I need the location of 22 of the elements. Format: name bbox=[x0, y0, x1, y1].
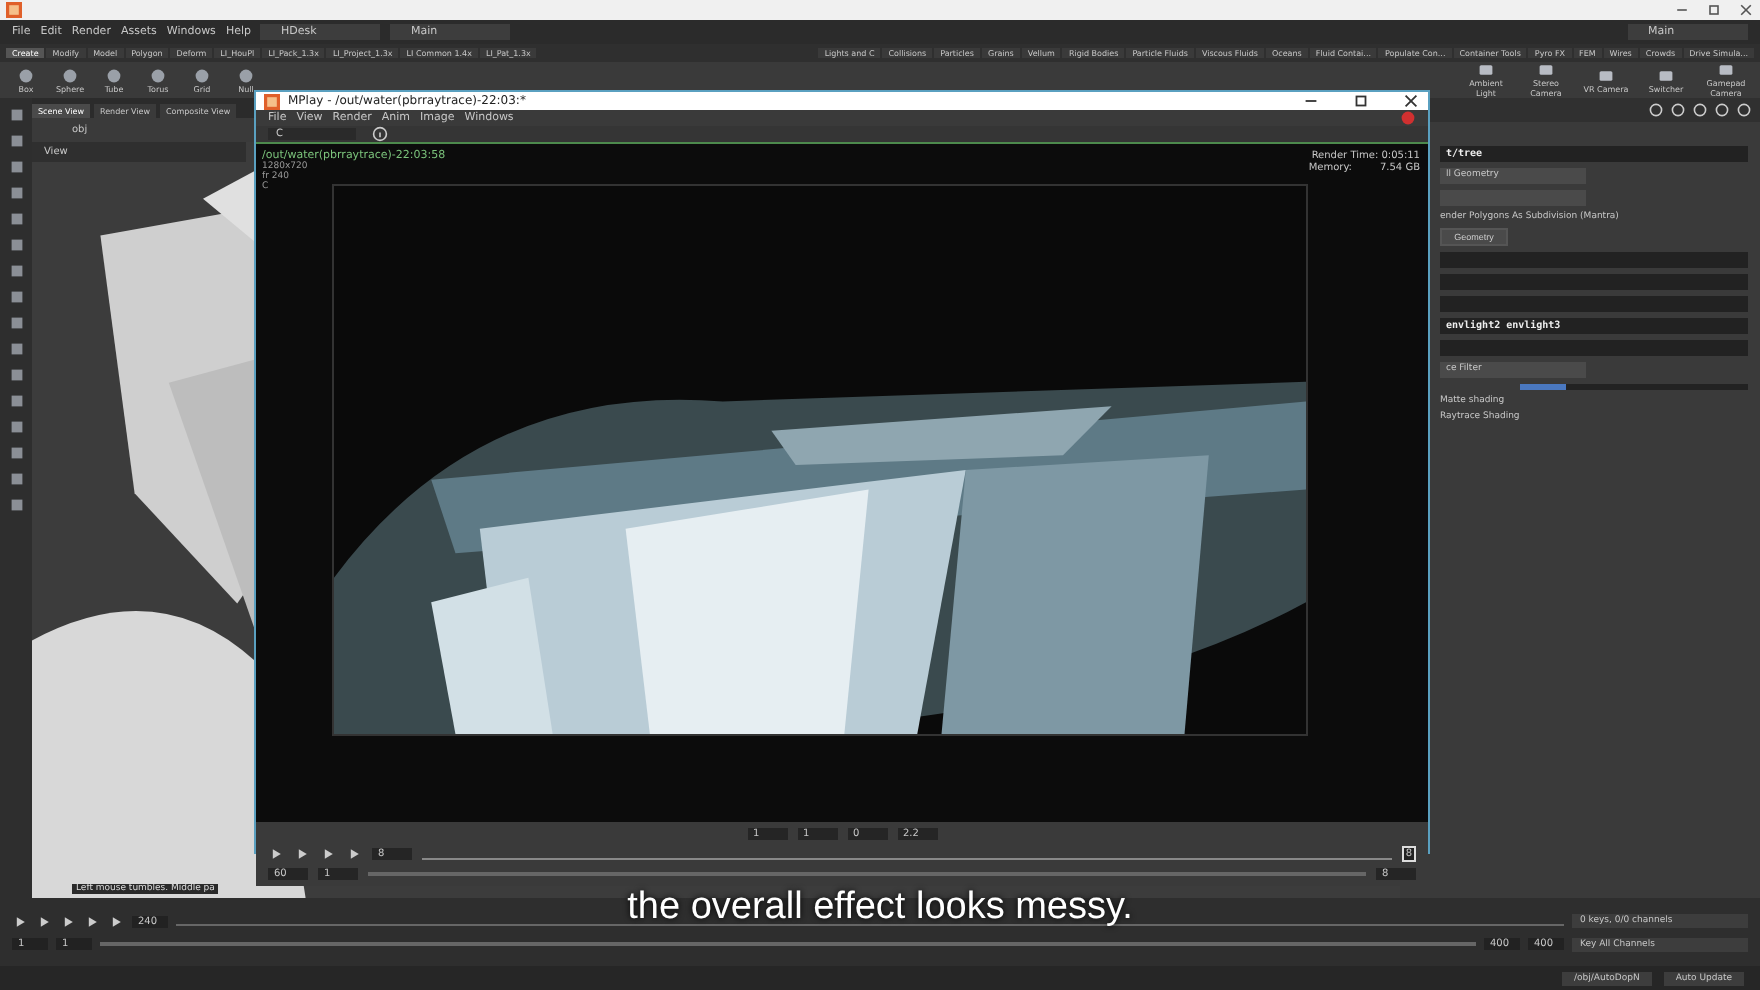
tool-icon bbox=[1658, 67, 1674, 83]
app-icon bbox=[6, 2, 22, 18]
mplay-icon bbox=[264, 93, 280, 109]
sphere-icon bbox=[194, 67, 210, 83]
tool-icon bbox=[1718, 62, 1734, 78]
sphere-icon bbox=[150, 67, 166, 83]
text-field[interactable] bbox=[1440, 340, 1748, 356]
text-field[interactable] bbox=[1440, 274, 1748, 290]
tool-icon bbox=[1538, 62, 1554, 78]
text-field[interactable] bbox=[1440, 252, 1748, 268]
info-icon[interactable] bbox=[372, 126, 388, 142]
sphere-icon bbox=[62, 67, 78, 83]
text-field[interactable] bbox=[1440, 296, 1748, 312]
close-icon[interactable] bbox=[1738, 2, 1754, 18]
maximize-icon[interactable] bbox=[1352, 92, 1370, 110]
subtitle: the overall effect looks messy. bbox=[627, 886, 1133, 930]
tool-icon bbox=[1598, 67, 1614, 83]
sphere-icon bbox=[18, 67, 34, 83]
tool-icon bbox=[1478, 62, 1494, 78]
sphere-icon bbox=[238, 67, 254, 83]
close-icon[interactable] bbox=[1402, 92, 1420, 110]
sphere-icon bbox=[106, 67, 122, 83]
